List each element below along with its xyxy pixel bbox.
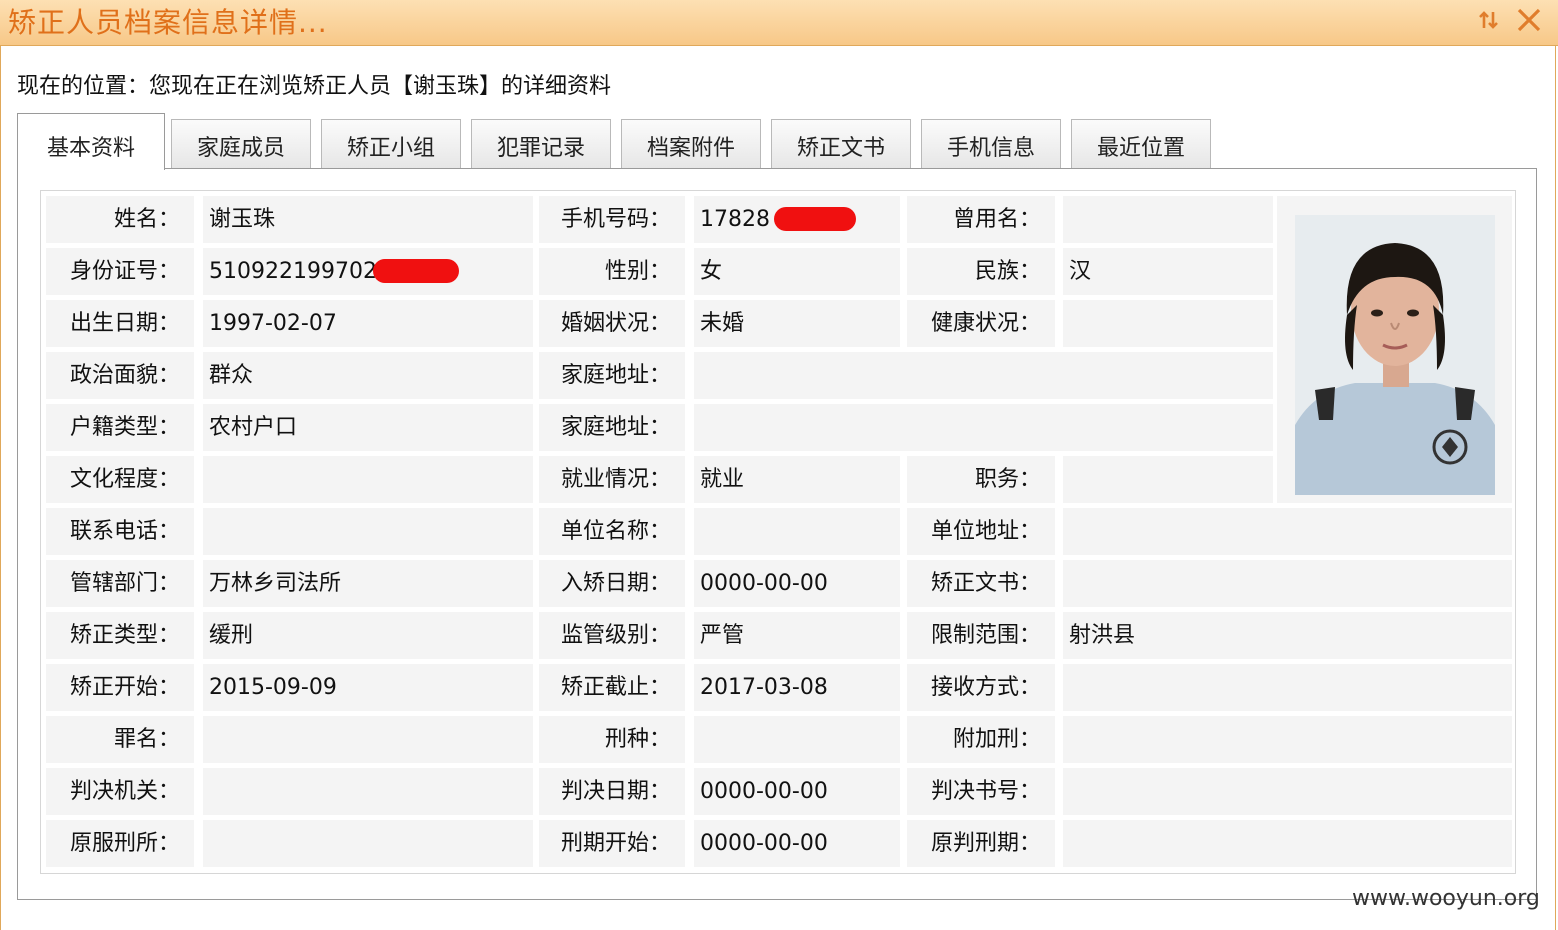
tab-attachments[interactable]: 档案附件 [621, 119, 761, 169]
entry-date-label: 入矫日期： [539, 560, 685, 607]
correction-doc-label: 矫正文书： [907, 560, 1055, 607]
crime-label: 罪名： [46, 716, 194, 763]
position-label: 职务： [907, 456, 1055, 503]
home-address-label: 家庭地址： [539, 352, 685, 399]
correction-type-value: 缓刑 [203, 612, 533, 659]
gender-label: 性别： [539, 248, 685, 295]
home-address2-value [694, 404, 1273, 451]
employer-label: 单位名称： [539, 508, 685, 555]
window-titlebar: 矫正人员档案信息详情... [0, 0, 1558, 46]
person-photo [1295, 215, 1495, 495]
info-grid: 姓名： 谢玉珠 手机号码： 17828 曾用名： 身份证号： 510922199… [40, 190, 1516, 874]
penalty-type-label: 刑种： [539, 716, 685, 763]
employer-address-label: 单位地址： [907, 508, 1055, 555]
birth-date-label: 出生日期： [46, 300, 194, 347]
breadcrumb: 现在的位置：您现在正在浏览矫正人员【谢玉珠】的详细资料 [17, 74, 612, 99]
former-name-value [1063, 196, 1273, 243]
id-number-value-text: 510922199702 [209, 259, 377, 284]
correction-start-value: 2015-09-09 [203, 664, 533, 711]
receive-method-label: 接收方式： [907, 664, 1055, 711]
receive-method-value [1063, 664, 1512, 711]
supervision-level-label: 监管级别： [539, 612, 685, 659]
dept-label: 管辖部门： [46, 560, 194, 607]
employer-value [694, 508, 900, 555]
verdict-number-label: 判决书号： [907, 768, 1055, 815]
court-value [203, 768, 533, 815]
name-label: 姓名： [46, 196, 194, 243]
contact-label: 联系电话： [46, 508, 194, 555]
term-start-value: 0000-00-00 [694, 820, 900, 867]
phone-label: 手机号码： [539, 196, 685, 243]
tab-phone-info[interactable]: 手机信息 [921, 119, 1061, 169]
extra-penalty-value [1063, 716, 1512, 763]
tab-correction-team[interactable]: 矫正小组 [321, 119, 461, 169]
phone-value: 17828 [694, 196, 900, 243]
window-title: 矫正人员档案信息详情... [8, 6, 328, 39]
detail-panel: 姓名： 谢玉珠 手机号码： 17828 曾用名： 身份证号： 510922199… [17, 168, 1537, 900]
id-number-value: 510922199702 [203, 248, 533, 295]
entry-date-value: 0000-00-00 [694, 560, 900, 607]
employment-label: 就业情况： [539, 456, 685, 503]
sort-arrows-icon[interactable] [1472, 4, 1506, 36]
court-label: 判决机关： [46, 768, 194, 815]
verdict-date-label: 判决日期： [539, 768, 685, 815]
verdict-date-value: 0000-00-00 [694, 768, 900, 815]
extra-penalty-label: 附加刑： [907, 716, 1055, 763]
contact-value [203, 508, 533, 555]
home-address2-label: 家庭地址： [539, 404, 685, 451]
ethnicity-label: 民族： [907, 248, 1055, 295]
tab-recent-location[interactable]: 最近位置 [1071, 119, 1211, 169]
health-label: 健康状况： [907, 300, 1055, 347]
tab-crime-records[interactable]: 犯罪记录 [471, 119, 611, 169]
name-value: 谢玉珠 [203, 196, 533, 243]
photo-cell [1277, 196, 1512, 503]
restriction-scope-label: 限制范围： [907, 612, 1055, 659]
tab-basic-info[interactable]: 基本资料 [17, 113, 165, 170]
gender-value: 女 [694, 248, 900, 295]
watermark: www.wooyun.org [1352, 886, 1540, 911]
dept-value: 万林乡司法所 [203, 560, 533, 607]
ethnicity-value: 汉 [1063, 248, 1273, 295]
original-term-label: 原判刑期： [907, 820, 1055, 867]
correction-end-value: 2017-03-08 [694, 664, 900, 711]
penalty-type-value [694, 716, 900, 763]
employer-address-value [1063, 508, 1512, 555]
correction-doc-value [1063, 560, 1512, 607]
home-address-value [694, 352, 1273, 399]
redaction-mark [774, 207, 856, 231]
political-label: 政治面貌： [46, 352, 194, 399]
correction-type-label: 矫正类型： [46, 612, 194, 659]
verdict-number-value [1063, 768, 1512, 815]
former-name-label: 曾用名： [907, 196, 1055, 243]
birth-date-value: 1997-02-07 [203, 300, 533, 347]
education-label: 文化程度： [46, 456, 194, 503]
hukou-value: 农村户口 [203, 404, 533, 451]
redaction-mark [373, 259, 459, 283]
correction-start-label: 矫正开始： [46, 664, 194, 711]
term-start-label: 刑期开始： [539, 820, 685, 867]
restriction-scope-value: 射洪县 [1063, 612, 1512, 659]
close-icon[interactable] [1512, 4, 1546, 36]
employment-value: 就业 [694, 456, 900, 503]
health-value [1063, 300, 1273, 347]
id-number-label: 身份证号： [46, 248, 194, 295]
political-value: 群众 [203, 352, 533, 399]
correction-end-label: 矫正截止： [539, 664, 685, 711]
education-value [203, 456, 533, 503]
prison-value [203, 820, 533, 867]
prison-label: 原服刑所： [46, 820, 194, 867]
supervision-level-value: 严管 [694, 612, 900, 659]
tab-family-members[interactable]: 家庭成员 [171, 119, 311, 169]
marital-value: 未婚 [694, 300, 900, 347]
crime-value [203, 716, 533, 763]
original-term-value [1063, 820, 1512, 867]
position-value [1063, 456, 1273, 503]
hukou-label: 户籍类型： [46, 404, 194, 451]
phone-value-text: 17828 [700, 207, 770, 232]
marital-label: 婚姻状况： [539, 300, 685, 347]
tab-documents[interactable]: 矫正文书 [771, 119, 911, 169]
